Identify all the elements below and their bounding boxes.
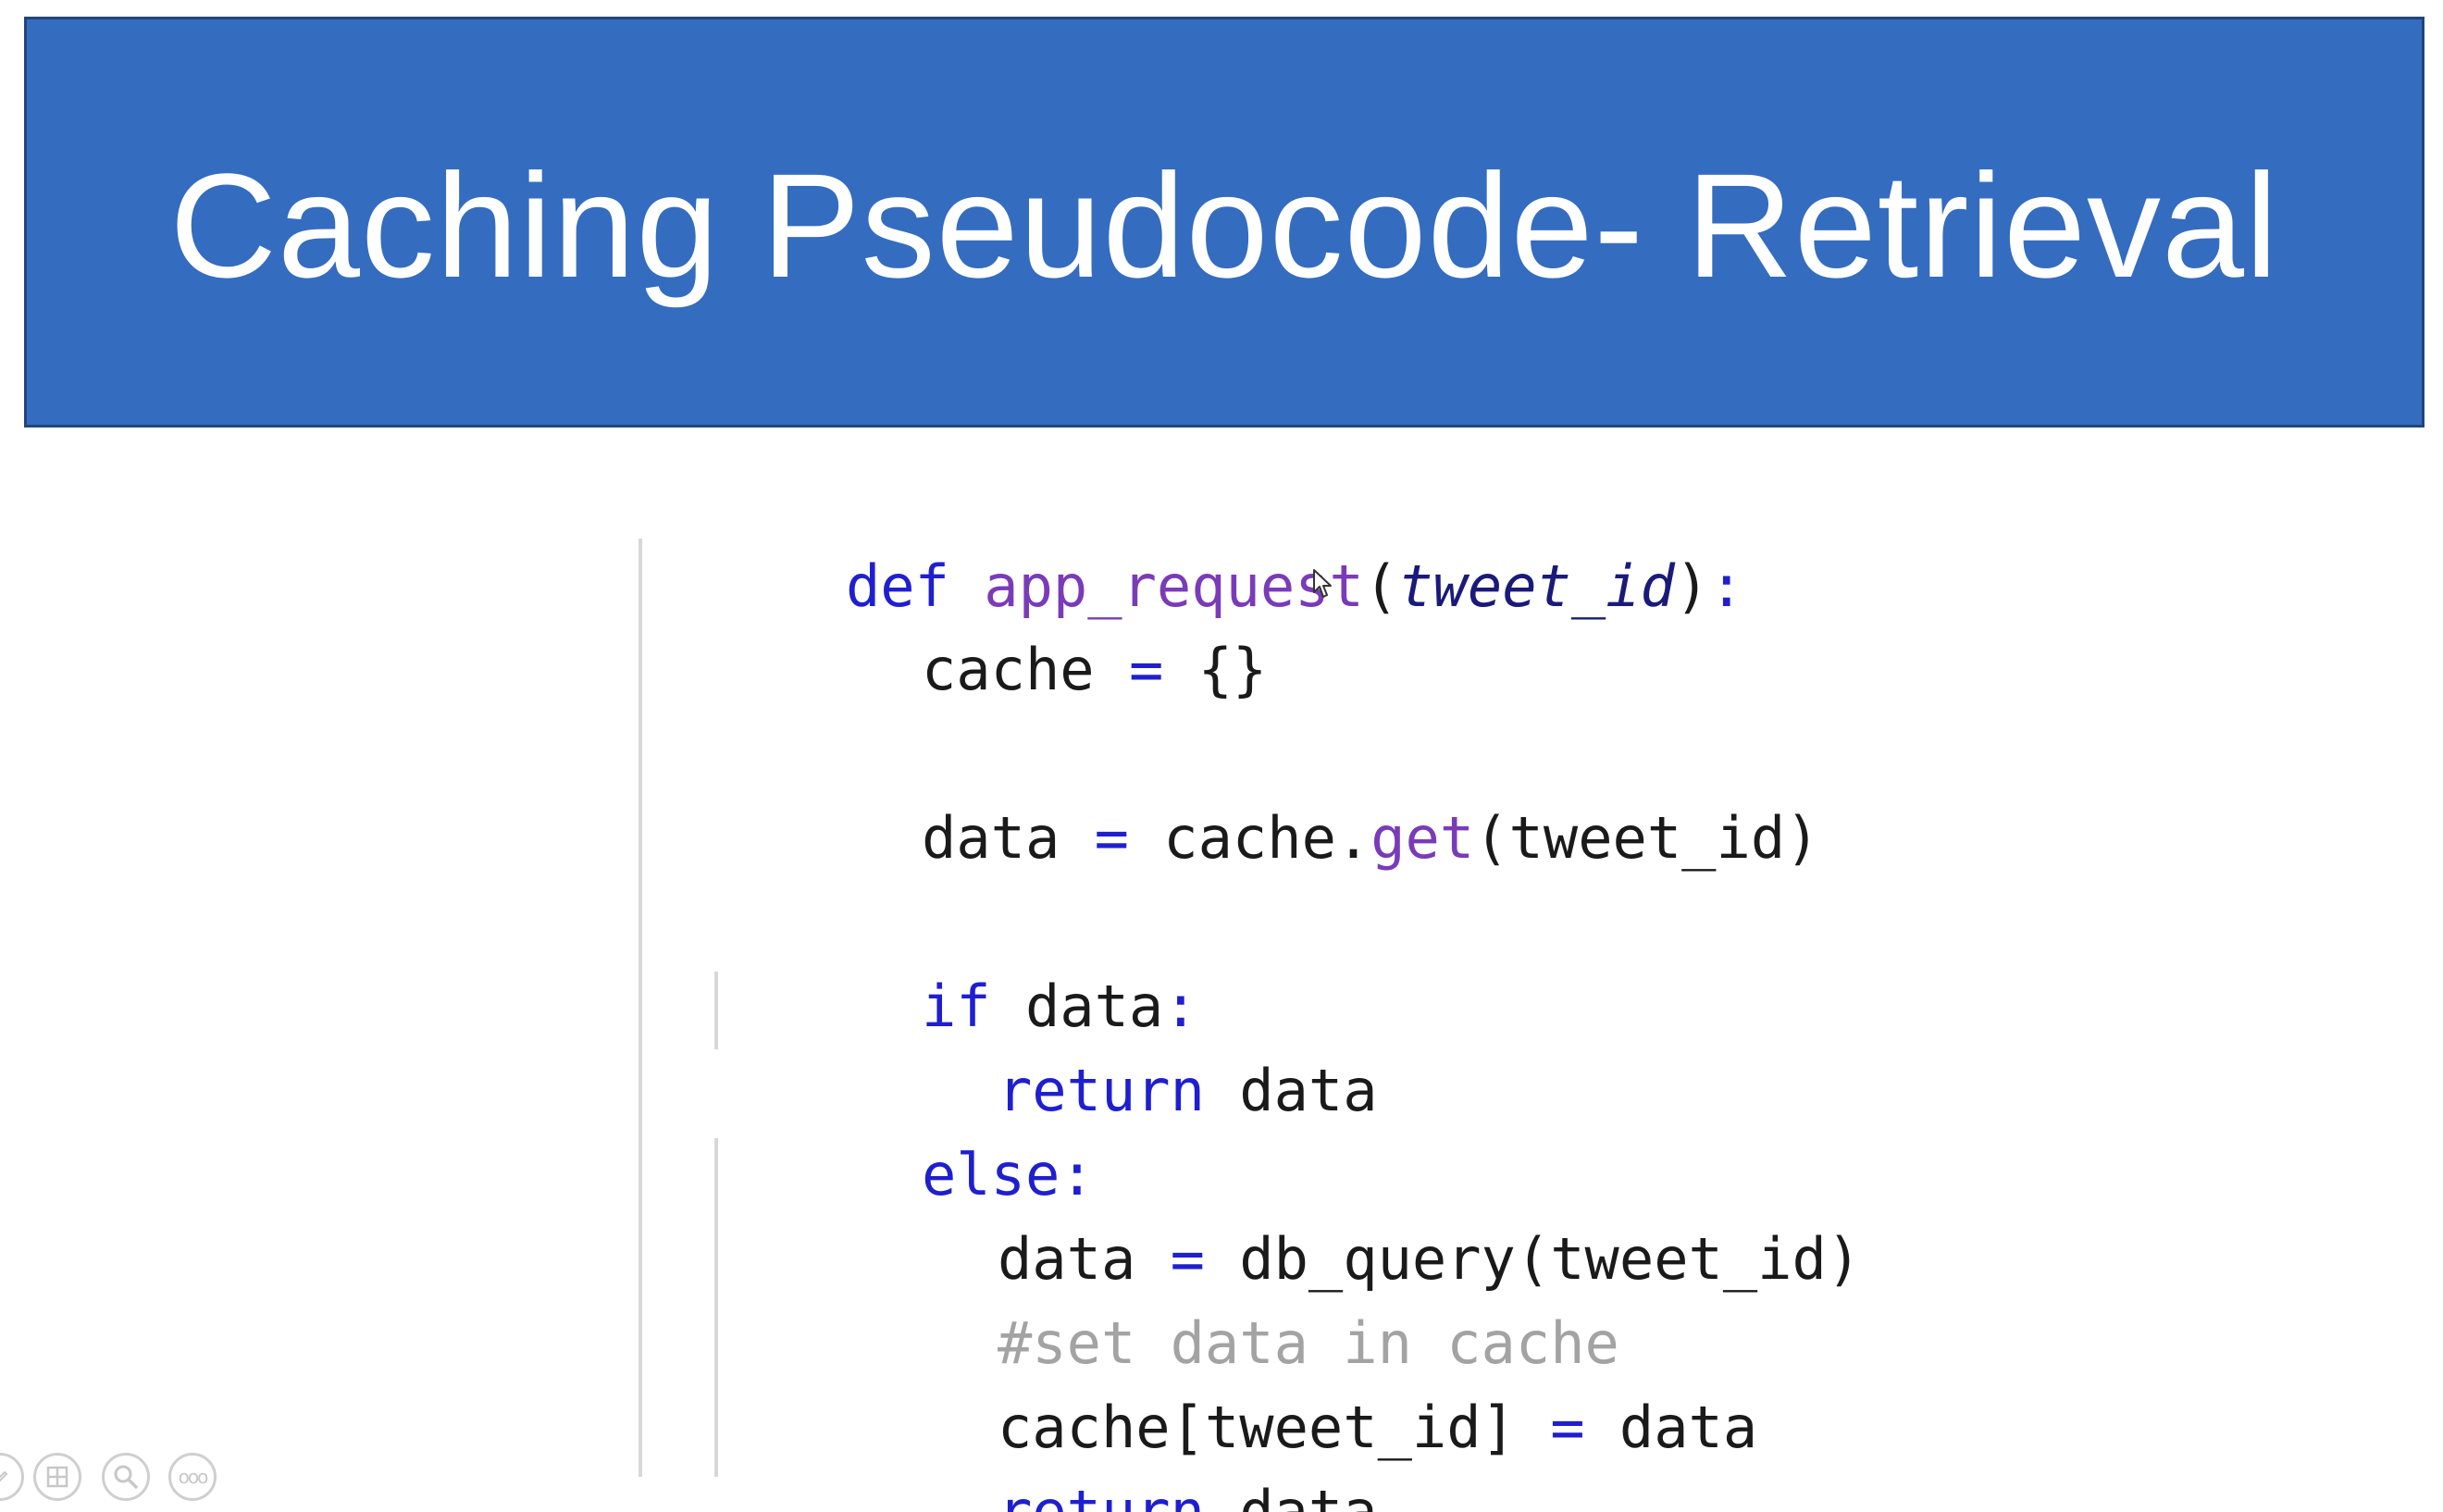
expression: data: [1239, 1057, 1378, 1124]
punct: ): [1674, 552, 1710, 620]
more-options-icon[interactable]: ooo: [168, 1453, 217, 1501]
code-line-cache-set: cache[tweet_id] = data: [790, 1300, 1757, 1461]
method-name: get: [1370, 804, 1475, 872]
code-line-else: else:: [714, 1047, 1095, 1208]
object: cache.: [1163, 804, 1371, 872]
zoom-icon[interactable]: [102, 1453, 150, 1501]
parameter: tweet_id: [1398, 552, 1675, 620]
slide: Caching Pseudocode- Retrieval def app_re…: [0, 0, 2443, 1512]
code-line-return-db: return data: [790, 1384, 1378, 1512]
keyword: return: [997, 1478, 1205, 1512]
code-line-cache-get: data = cache.get(tweet_id): [714, 711, 1820, 872]
colon: :: [1709, 552, 1744, 620]
code-line-def: def app_request(tweet_id):: [639, 459, 1744, 620]
expression: data: [1618, 1394, 1758, 1461]
expression: {}: [1197, 636, 1268, 703]
slide-title: Caching Pseudocode- Retrieval: [169, 143, 2279, 308]
punct: (: [1363, 552, 1399, 620]
expression: data: [1239, 1478, 1378, 1512]
variable: cache: [921, 636, 1095, 703]
slides-grid-icon[interactable]: [33, 1453, 81, 1501]
title-banner: Caching Pseudocode- Retrieval: [24, 17, 2424, 428]
operator: =: [1128, 636, 1164, 703]
more-options-label: ooo: [178, 1466, 209, 1488]
operator: =: [1094, 804, 1129, 872]
mouse-cursor-icon: [1313, 569, 1332, 598]
operator: =: [1550, 1394, 1585, 1461]
code-line-if: if data:: [714, 879, 1198, 1040]
arguments: (tweet_id): [1474, 804, 1820, 872]
code-line-comment: #set data in cache: [790, 1216, 1619, 1377]
code-line-return-cached: return data: [790, 963, 1378, 1124]
variable: data: [921, 804, 1060, 872]
code-line-cache-init: cache = {}: [714, 542, 1267, 703]
pen-icon[interactable]: [0, 1453, 24, 1501]
code-line-db-query: data = db_query(tweet_id): [790, 1132, 1861, 1293]
